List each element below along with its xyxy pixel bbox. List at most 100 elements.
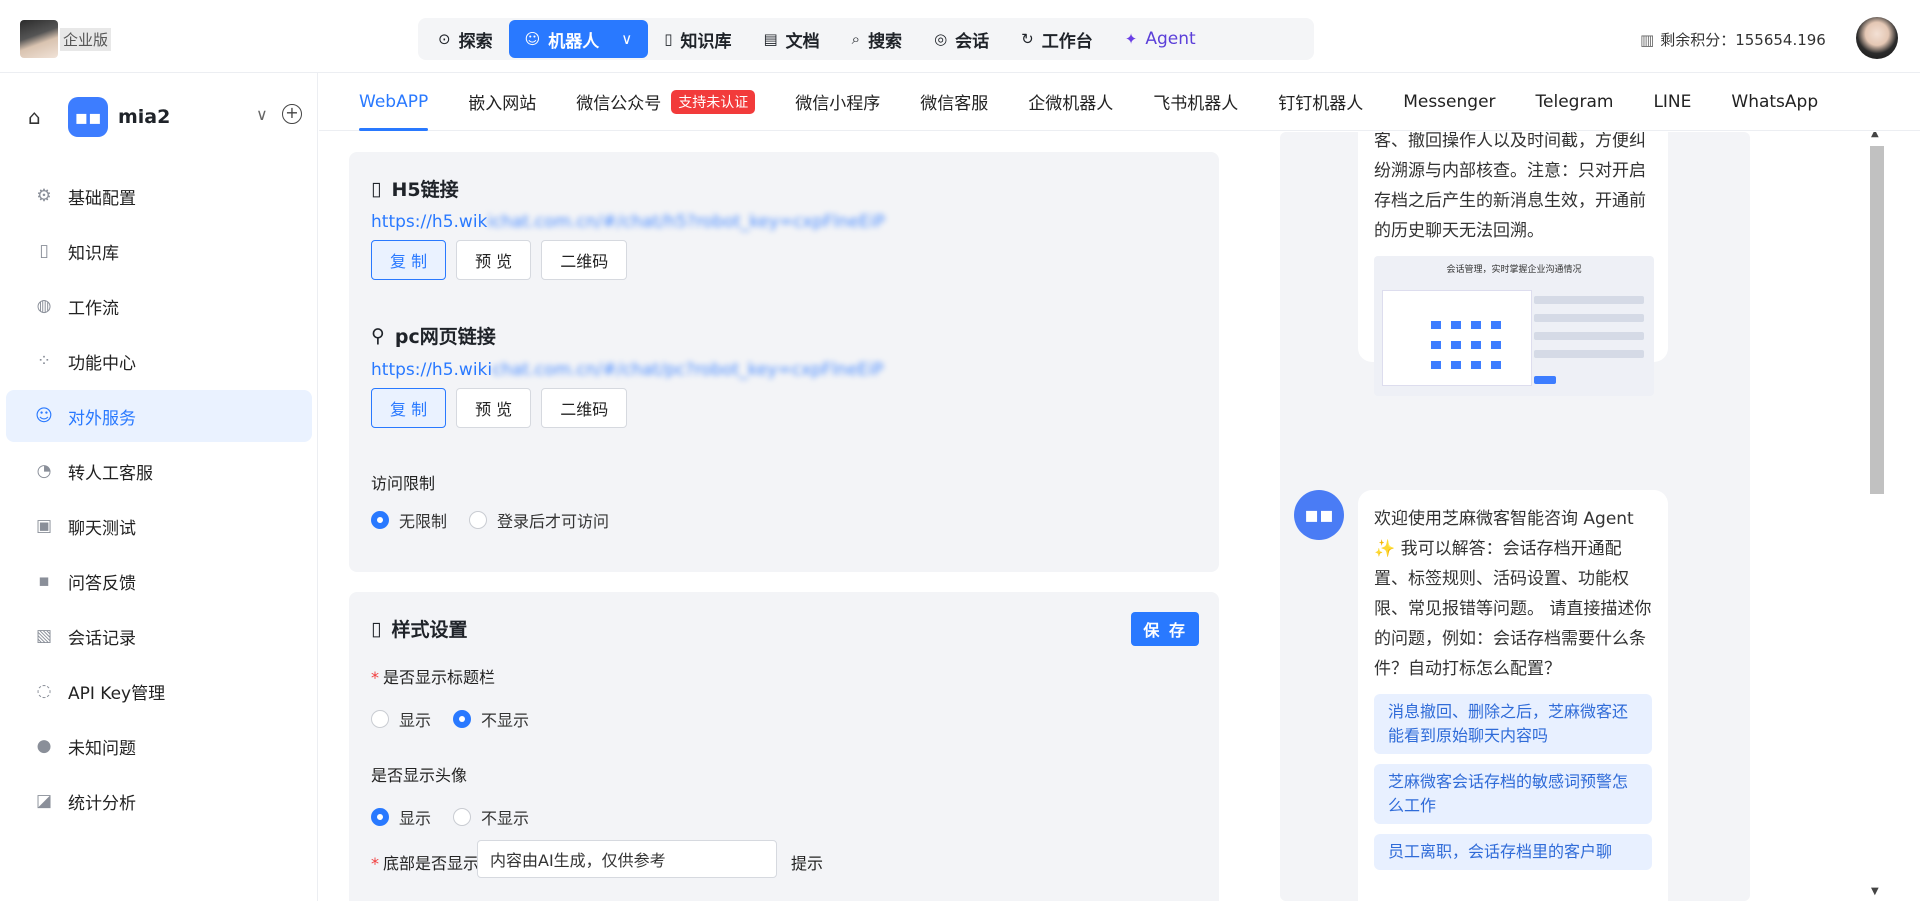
sidebar-item-unknown-questions[interactable]: ● 未知问题	[6, 720, 312, 772]
h5-copy-button[interactable]: 复 制	[371, 240, 447, 280]
radio-dot	[371, 710, 389, 728]
mobile-icon: ▯	[371, 177, 382, 200]
show-title-yes-radio[interactable]: 显示	[371, 707, 431, 731]
show-title-no-radio[interactable]: 不显示	[453, 707, 529, 731]
radio-label: 显示	[399, 809, 432, 828]
nav-workbench[interactable]: ↻ 工作台	[1005, 20, 1109, 58]
sidebar-item-knowledge[interactable]: ▯ 知识库	[6, 225, 312, 277]
nav-explore[interactable]: ⊙ 探索	[422, 20, 509, 58]
suggestion-chip[interactable]: 员工离职，会话存档里的客户聊	[1374, 834, 1652, 870]
required-mark: *	[371, 668, 379, 687]
tab-webapp[interactable]: WebAPP	[339, 73, 448, 131]
tab-messenger[interactable]: Messenger	[1383, 73, 1515, 130]
access-unlimited-radio[interactable]: 无限制	[371, 508, 447, 532]
tab-label: 企微机器人	[1028, 94, 1114, 114]
h5-title-text: H5链接	[391, 179, 459, 201]
message-text: 客、撤回操作人以及时间截，方便纠纷溯源与内部核查。注意：只对开启存档之后产生的新…	[1374, 132, 1646, 241]
main-nav: ⊙ 探索 ☺ 机器人 ∨ ▯ 知识库 ▤ 文档 ⌕ 搜索 ◎ 会话 ↻ 工作台 ✦ Agent	[418, 18, 1314, 60]
h5-qrcode-button[interactable]: 二维码	[541, 240, 628, 280]
style-title: ▯ 样式设置	[371, 615, 467, 642]
sidebar: ⌂ ▪▪ mia2 ∨ + ⚙ 基础配置 ▯ 知识库 ◍ 工作流 ⁘ 功能中心 ☺ 对外服…	[0, 73, 318, 901]
book-icon: ▯	[39, 241, 49, 261]
pc-copy-button[interactable]: 复 制	[371, 388, 447, 428]
sidebar-item-label: 转人工客服	[68, 463, 153, 484]
sidebar-item-label: 统计分析	[68, 793, 136, 814]
sidebar-item-chat-test[interactable]: ▣ 聊天测试	[6, 500, 312, 552]
bot-name[interactable]: mia2	[118, 106, 170, 128]
tab-feishu-bot[interactable]: 飞书机器人	[1133, 73, 1258, 130]
nav-docs[interactable]: ▤ 文档	[747, 20, 835, 58]
radio-dot	[469, 511, 488, 529]
radio-label: 无限制	[399, 512, 448, 531]
nav-explore-label: 探索	[458, 31, 493, 52]
tab-telegram[interactable]: Telegram	[1516, 73, 1634, 130]
sidebar-item-session-records[interactable]: ▧ 会话记录	[6, 610, 312, 662]
chat-scrollbar[interactable]: ▲ ▼	[1867, 132, 1887, 901]
image-button	[1534, 376, 1556, 384]
access-login-radio[interactable]: 登录后才可访问	[469, 508, 609, 532]
message-text: 欢迎使用芝麻微客智能咨询 Agent ✨ 我可以解答：会话存档开通配置、标签规则…	[1374, 509, 1652, 679]
nav-session[interactable]: ◎ 会话	[918, 20, 1005, 58]
nav-knowledge[interactable]: ▯ 知识库	[648, 20, 747, 58]
h5-buttons: 复 制 预 览 二维码	[371, 240, 628, 280]
tab-wechat-service[interactable]: 微信客服	[900, 73, 1008, 130]
sidebar-item-feature-center[interactable]: ⁘ 功能中心	[6, 335, 312, 387]
tab-wechat-official[interactable]: 微信公众号 支持未认证	[556, 73, 775, 130]
credits: ▥ 剩余积分：155654.196	[1640, 29, 1826, 50]
show-avatar-no-radio[interactable]: 不显示	[453, 805, 529, 829]
sidebar-item-qa-feedback[interactable]: ▪ 问答反馈	[6, 555, 312, 607]
tab-label: 微信公众号	[576, 94, 662, 114]
chevron-down-icon[interactable]: ∨	[256, 105, 268, 124]
tab-embed-site[interactable]: 嵌入网站	[448, 73, 556, 130]
scroll-up-icon[interactable]: ▲	[1871, 132, 1879, 139]
planet-icon: ⊙	[438, 30, 451, 48]
h5-link[interactable]: https://h5.wikichat.com.cn/#/chat/h5?rob…	[371, 212, 885, 232]
brand-avatar[interactable]	[20, 20, 58, 58]
edition-label: 企业版	[60, 28, 112, 51]
record-icon: ▧	[35, 626, 53, 646]
pc-link[interactable]: https://h5.wikichat.com.cn/#/chat/pc?rob…	[371, 360, 883, 380]
suggestion-chip[interactable]: 芝麻微客会话存档的敏感词预警怎么工作	[1374, 764, 1652, 824]
chat-message: 欢迎使用芝麻微客智能咨询 Agent ✨ 我可以解答：会话存档开通配置、标签规则…	[1358, 490, 1668, 901]
tab-line[interactable]: LINE	[1633, 73, 1711, 130]
sidebar-item-external-service[interactable]: ☺ 对外服务	[6, 390, 312, 442]
sidebar-item-label: 会话记录	[68, 628, 136, 649]
sidebar-item-statistics[interactable]: ◪ 统计分析	[6, 775, 312, 827]
tab-dingtalk-bot[interactable]: 钉钉机器人	[1258, 73, 1383, 130]
test-icon: ▣	[35, 516, 53, 536]
question-icon: ●	[36, 736, 52, 756]
suggestion-chip[interactable]: 消息撤回、删除之后，芝麻微客还能看到原始聊天内容吗	[1374, 694, 1652, 754]
sidebar-item-human-agent[interactable]: ◔ 转人工客服	[6, 445, 312, 497]
tab-whatsapp[interactable]: WhatsApp	[1711, 73, 1838, 130]
pc-preview-button[interactable]: 预 览	[456, 388, 532, 428]
show-avatar-label: 是否显示头像	[371, 766, 468, 785]
save-button[interactable]: 保 存	[1131, 612, 1199, 646]
tab-wechat-miniprogram[interactable]: 微信小程序	[775, 73, 900, 130]
sidebar-item-workflow[interactable]: ◍ 工作流	[6, 280, 312, 332]
show-title-options: 显示 不显示	[371, 707, 529, 731]
pc-qrcode-button[interactable]: 二维码	[541, 388, 628, 428]
sidebar-item-basic-config[interactable]: ⚙ 基础配置	[6, 170, 312, 222]
refresh-icon: ↻	[1021, 30, 1034, 48]
radio-label: 登录后才可访问	[497, 512, 610, 531]
nav-agent[interactable]: ✦ Agent	[1109, 20, 1212, 58]
scroll-down-icon[interactable]: ▼	[1871, 886, 1879, 897]
scroll-thumb[interactable]	[1870, 146, 1884, 494]
sidebar-item-label: 未知问题	[68, 738, 136, 759]
h5-preview-button[interactable]: 预 览	[456, 240, 532, 280]
sidebar-item-label: 问答反馈	[68, 573, 136, 594]
home-icon[interactable]: ⌂	[28, 105, 41, 129]
tab-wecom-bot[interactable]: 企微机器人	[1008, 73, 1133, 130]
user-avatar[interactable]	[1856, 17, 1898, 59]
nav-robot[interactable]: ☺ 机器人 ∨	[508, 20, 649, 58]
show-avatar-yes-radio[interactable]: 显示	[371, 805, 431, 829]
pc-link-visible: https://h5.wiki	[371, 360, 493, 380]
footer-text-input[interactable]: 内容由AI生成，仅供参考	[477, 840, 777, 878]
nav-agent-label: Agent	[1145, 29, 1196, 49]
access-limit-label: 访问限制	[371, 474, 436, 493]
nav-search[interactable]: ⌕ 搜索	[836, 20, 918, 58]
add-circle-icon[interactable]: +	[282, 104, 302, 124]
sidebar-item-api-key[interactable]: ◌ API Key管理	[6, 665, 312, 717]
main-content: ▯ H5链接 https://h5.wikichat.com.cn/#/chat/…	[319, 132, 1920, 901]
image-window	[1382, 290, 1532, 386]
